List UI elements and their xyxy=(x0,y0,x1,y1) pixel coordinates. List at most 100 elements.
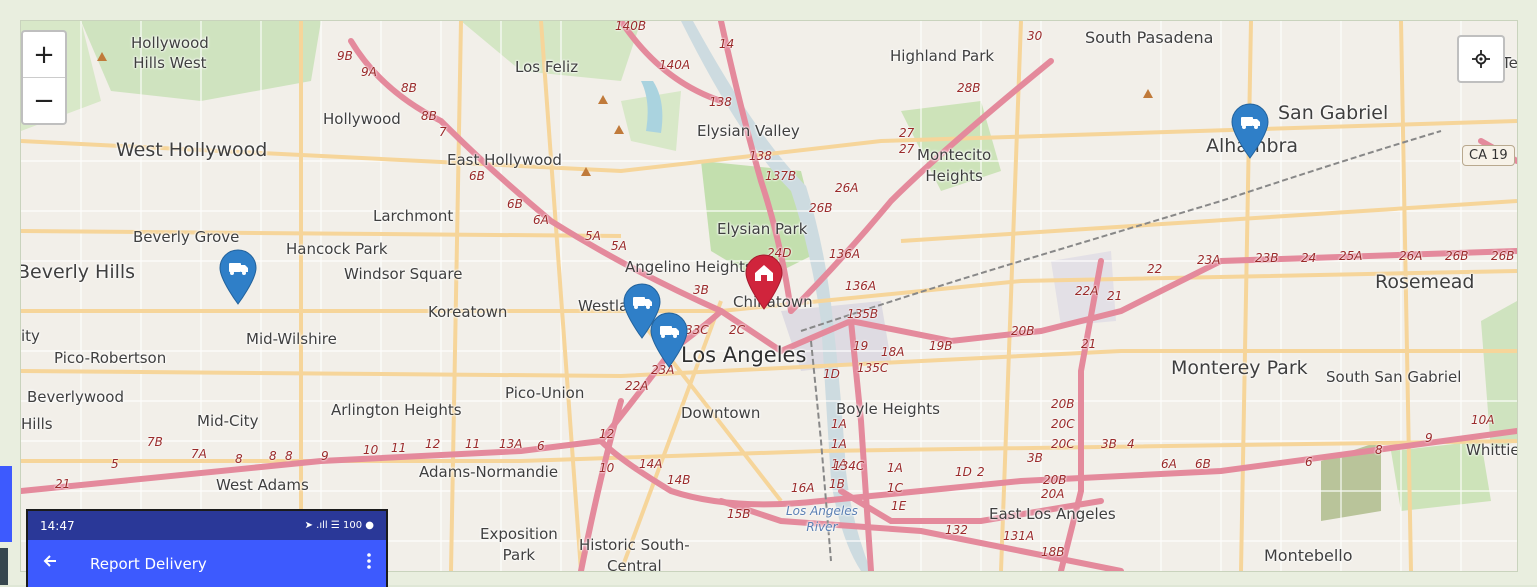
place-label: Hollywood Hills West xyxy=(131,34,209,72)
exit-label: 3B xyxy=(1027,451,1043,465)
exit-label: 18B xyxy=(1041,545,1065,559)
exit-label: 7A xyxy=(191,447,207,461)
exit-label: 9 xyxy=(1425,431,1433,445)
exit-label: 8B xyxy=(401,81,417,95)
exit-label: 8B xyxy=(421,109,437,123)
city-label: Los Angeles xyxy=(681,343,807,367)
place-label: Pico-Union xyxy=(505,384,585,402)
exit-label: 6B xyxy=(507,197,523,211)
place-label: Los Feliz xyxy=(515,58,579,76)
exit-label: 1A xyxy=(831,417,847,431)
exit-label: 1D xyxy=(955,465,972,479)
exit-label: 14 xyxy=(719,37,735,51)
place-label: Whittie xyxy=(1466,441,1518,459)
exit-label: 136A xyxy=(845,279,877,293)
place-label: Boyle Heights xyxy=(836,400,940,418)
place-label: Elysian Park xyxy=(717,220,808,238)
place-label: San Gabriel xyxy=(1278,102,1389,124)
exit-label: 5 xyxy=(111,457,119,471)
truck-marker[interactable] xyxy=(1231,103,1269,159)
place-label: Rosemead xyxy=(1375,271,1475,293)
exit-label: 23B xyxy=(1255,251,1279,265)
exit-label: 20C xyxy=(1051,437,1075,451)
exit-label: 5A xyxy=(585,229,601,243)
place-label: East Los Angeles xyxy=(989,505,1116,523)
place-label: Arlington Heights xyxy=(331,401,462,419)
exit-label: 1C xyxy=(887,481,904,495)
zoom-control: + − xyxy=(21,30,67,125)
exit-label: 20B xyxy=(1011,324,1035,338)
warehouse-marker[interactable] xyxy=(745,254,783,310)
exit-label: 3B xyxy=(693,283,709,297)
exit-label: 1E xyxy=(891,499,907,513)
place-label: Exposition Park xyxy=(480,525,558,564)
exit-label: 26B xyxy=(1445,249,1469,263)
exit-label: 20B xyxy=(1043,473,1067,487)
exit-label: 24 xyxy=(1301,251,1317,265)
exit-label: 6 xyxy=(537,439,545,453)
exit-label: 11 xyxy=(391,441,407,455)
map-view[interactable]: Hollywood Hills West Los Feliz Highland … xyxy=(20,20,1518,572)
more-vert-icon[interactable] xyxy=(366,552,372,575)
exit-label: 21 xyxy=(1107,289,1123,303)
exit-label: 2C xyxy=(729,323,746,337)
zoom-out-button[interactable]: − xyxy=(23,77,65,123)
locate-button[interactable] xyxy=(1457,35,1505,83)
exit-label: 3B xyxy=(1101,437,1117,451)
exit-label: 12 xyxy=(425,437,441,451)
place-label: Mid-City xyxy=(197,412,259,430)
place-label: Monterey Park xyxy=(1171,357,1308,379)
place-label: Downtown xyxy=(681,404,761,422)
zoom-in-button[interactable]: + xyxy=(23,32,65,77)
place-label: East Hollywood xyxy=(447,151,562,169)
app-bar: Report Delivery xyxy=(28,540,386,587)
exit-label: 140B xyxy=(615,20,647,33)
exit-label: 19B xyxy=(929,339,953,353)
place-label: Beverlywood xyxy=(27,388,124,406)
exit-label: 138 xyxy=(749,149,772,163)
exit-label: 22 xyxy=(1147,262,1163,276)
exit-label: 11 xyxy=(465,437,481,451)
exit-label: 131A xyxy=(1003,529,1035,543)
place-label: Adams-Normandie xyxy=(419,463,559,481)
status-time: 14:47 xyxy=(40,518,75,533)
exit-label: 6A xyxy=(533,213,549,227)
phone-screen: 14:47 ➤ .ıll ☰ 100 ● Report Delivery xyxy=(26,509,388,587)
exit-label: 22A xyxy=(1075,284,1099,298)
exit-label: 138 xyxy=(709,95,732,109)
exit-label: 140A xyxy=(659,58,691,72)
place-label: West Adams xyxy=(216,476,309,494)
truck-marker[interactable] xyxy=(650,312,688,368)
place-label: Historic South- Central xyxy=(579,536,690,572)
exit-label: 26A xyxy=(835,181,859,195)
exit-label: 6B xyxy=(469,169,485,183)
exit-label: 8 xyxy=(285,449,293,463)
place-label: Hancock Park xyxy=(286,240,388,258)
exit-label: 1B xyxy=(829,477,845,491)
route-badge: CA 19 xyxy=(1462,145,1515,166)
exit-label: 14B xyxy=(667,473,691,487)
exit-label: 9B xyxy=(337,49,353,63)
exit-label: 7B xyxy=(147,435,163,449)
place-label: Elysian Valley xyxy=(697,122,800,140)
exit-label: 6B xyxy=(1195,457,1211,471)
place-label: Montecito Heights xyxy=(917,146,992,185)
exit-label: 21 xyxy=(1081,337,1097,351)
exit-label: 135C xyxy=(857,361,889,375)
exit-label: 18A xyxy=(881,345,905,359)
place-label: Angelino Heights xyxy=(625,258,753,276)
exit-label: 14A xyxy=(639,457,663,471)
exit-label: 2 xyxy=(977,465,985,479)
place-label: Highland Park xyxy=(890,47,995,65)
exit-label: 27 xyxy=(899,142,915,156)
place-label: Hills xyxy=(21,415,53,433)
place-label: South Pasadena xyxy=(1085,28,1214,47)
place-label: Windsor Square xyxy=(344,265,463,283)
exit-label: 26A xyxy=(1399,249,1423,263)
place-label: Mid-Wilshire xyxy=(246,330,337,348)
back-arrow-icon[interactable] xyxy=(42,553,72,574)
truck-marker[interactable] xyxy=(219,249,257,305)
status-icons: ➤ .ıll ☰ 100 ● xyxy=(304,520,374,531)
exit-label: 15B xyxy=(727,507,751,521)
exit-label: 9 xyxy=(321,449,329,463)
